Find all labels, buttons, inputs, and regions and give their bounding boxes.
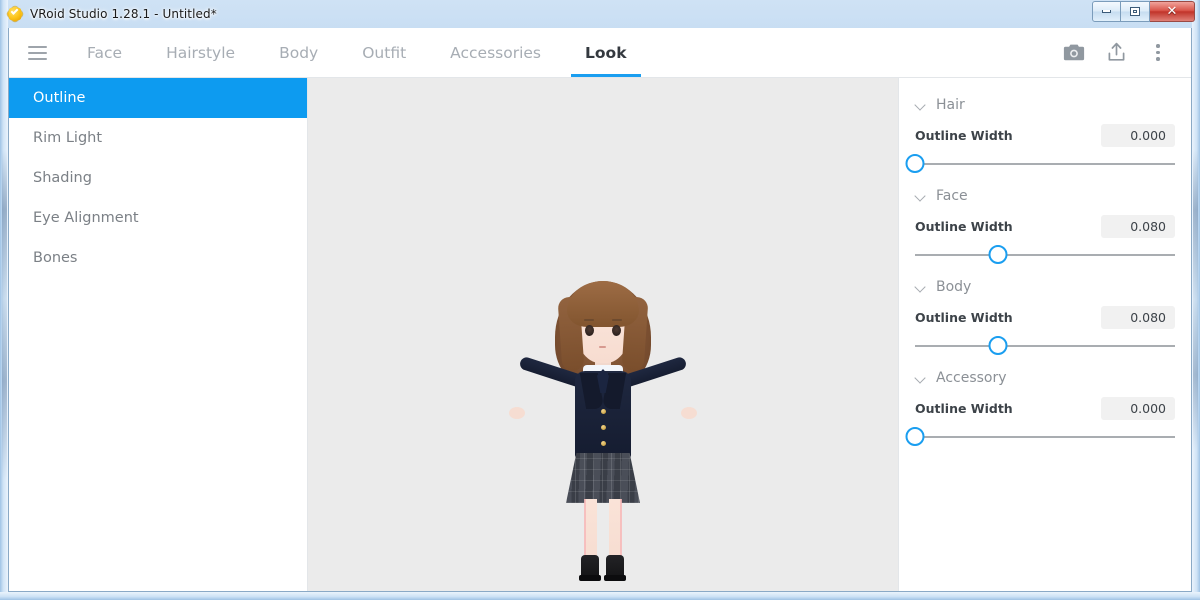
sidebar-item-eye-alignment[interactable]: Eye Alignment (9, 198, 307, 238)
title-bar[interactable]: VRoid Studio 1.28.1 - Untitled* ✕ (0, 0, 1200, 28)
avatar-boot-left (581, 555, 599, 581)
main-tabs: Face Hairstyle Body Outfit Accessories L… (65, 28, 649, 77)
slider-accessory-outline-width[interactable] (915, 422, 1175, 452)
slider-track (915, 345, 1175, 347)
property-row-accessory-outline-width: Outline Width 0.000 (899, 395, 1191, 420)
slider-track (915, 254, 1175, 256)
app-client-area: Face Hairstyle Body Outfit Accessories L… (8, 28, 1192, 592)
sidebar-item-rim-light-label: Rim Light (33, 130, 102, 146)
avatar-button-bottom (601, 441, 606, 446)
property-row-body-outline-width: Outline Width 0.080 (899, 304, 1191, 329)
sidebar-item-shading-label: Shading (33, 170, 92, 186)
top-navigation-bar: Face Hairstyle Body Outfit Accessories L… (9, 28, 1191, 78)
window-frame: VRoid Studio 1.28.1 - Untitled* ✕ Face (0, 0, 1200, 600)
model-viewport[interactable] (308, 78, 898, 591)
tab-accessories-label: Accessories (450, 44, 541, 62)
property-label-accessory-outline-width: Outline Width (915, 401, 1013, 416)
property-label-body-outline-width: Outline Width (915, 310, 1013, 325)
property-value-face-outline-width[interactable]: 0.080 (1101, 215, 1175, 238)
vroid-check-badge-icon (7, 6, 23, 22)
sidebar-item-rim-light[interactable]: Rim Light (9, 118, 307, 158)
tab-look-label: Look (585, 44, 626, 62)
section-title-hair: Hair (936, 97, 965, 113)
slider-handle[interactable] (906, 154, 925, 173)
more-vertical-icon[interactable] (1139, 34, 1177, 72)
sidebar-item-eye-alignment-label: Eye Alignment (33, 210, 139, 226)
slider-handle[interactable] (906, 427, 925, 446)
tab-hairstyle[interactable]: Hairstyle (144, 28, 257, 77)
avatar-model (503, 281, 703, 581)
tab-outfit-label: Outfit (362, 44, 406, 62)
minimize-button[interactable] (1092, 1, 1121, 22)
avatar-eyebrow-right (612, 319, 622, 321)
tab-accessories[interactable]: Accessories (428, 28, 563, 77)
slider-hair-outline-width[interactable] (915, 149, 1175, 179)
avatar-hand-right (681, 407, 697, 419)
section-title-accessory: Accessory (936, 370, 1007, 386)
property-row-hair-outline-width: Outline Width 0.000 (899, 122, 1191, 147)
avatar-hand-left (509, 407, 525, 419)
avatar-eyebrow-left (584, 319, 594, 321)
window-border-shadow-left (2, 150, 7, 480)
sidebar-item-bones-label: Bones (33, 250, 77, 266)
window-controls[interactable]: ✕ (1092, 1, 1195, 22)
hamburger-menu-icon[interactable] (9, 28, 65, 77)
section-header-hair[interactable]: Hair (899, 88, 1191, 122)
tab-outfit[interactable]: Outfit (340, 28, 428, 77)
properties-panel: Hair Outline Width 0.000 Face Outline Wi… (898, 78, 1191, 591)
chevron-down-icon (915, 282, 926, 293)
maximize-icon (1130, 7, 1140, 16)
chevron-down-icon (915, 373, 926, 384)
sidebar-item-outline[interactable]: Outline (9, 78, 307, 118)
section-title-face: Face (936, 188, 968, 204)
avatar-button-mid (601, 425, 606, 430)
workspace: Outline Rim Light Shading Eye Alignment … (9, 78, 1191, 591)
property-value-body-outline-width[interactable]: 0.080 (1101, 306, 1175, 329)
property-value-hair-outline-width[interactable]: 0.000 (1101, 124, 1175, 147)
avatar-eye-right (612, 325, 621, 336)
minimize-icon (1102, 10, 1111, 13)
tab-face[interactable]: Face (65, 28, 144, 77)
tab-look[interactable]: Look (563, 28, 648, 77)
avatar-button-top (601, 409, 606, 414)
sidebar-item-bones[interactable]: Bones (9, 238, 307, 278)
tab-face-label: Face (87, 44, 122, 62)
avatar-mouth (599, 346, 606, 348)
property-value-accessory-outline-width[interactable]: 0.000 (1101, 397, 1175, 420)
tab-body[interactable]: Body (257, 28, 340, 77)
slider-body-outline-width[interactable] (915, 331, 1175, 361)
property-label-hair-outline-width: Outline Width (915, 128, 1013, 143)
tab-hairstyle-label: Hairstyle (166, 44, 235, 62)
slider-track (915, 436, 1175, 438)
section-title-body: Body (936, 279, 971, 295)
window-border-bottom (0, 592, 1200, 600)
avatar-skirt (566, 453, 640, 503)
sidebar-item-shading[interactable]: Shading (9, 158, 307, 198)
window-title: VRoid Studio 1.28.1 - Untitled* (30, 7, 217, 21)
chevron-down-icon (915, 100, 926, 111)
section-header-body[interactable]: Body (899, 270, 1191, 304)
camera-icon[interactable] (1055, 34, 1093, 72)
close-icon: ✕ (1167, 5, 1178, 18)
window-border-shadow-right (1193, 150, 1198, 450)
slider-track (915, 163, 1175, 165)
section-header-face[interactable]: Face (899, 179, 1191, 213)
sidebar-item-outline-label: Outline (33, 90, 85, 106)
slider-face-outline-width[interactable] (915, 240, 1175, 270)
property-row-face-outline-width: Outline Width 0.080 (899, 213, 1191, 238)
top-nav-actions (1055, 28, 1191, 77)
chevron-down-icon (915, 191, 926, 202)
section-header-accessory[interactable]: Accessory (899, 361, 1191, 395)
maximize-button[interactable] (1121, 1, 1150, 22)
slider-handle[interactable] (989, 336, 1008, 355)
slider-handle[interactable] (989, 245, 1008, 264)
property-label-face-outline-width: Outline Width (915, 219, 1013, 234)
tab-body-label: Body (279, 44, 318, 62)
avatar-eye-left (585, 325, 594, 336)
export-icon[interactable] (1097, 34, 1135, 72)
close-button[interactable]: ✕ (1150, 1, 1195, 22)
avatar-hair-front (567, 281, 639, 327)
sidebar: Outline Rim Light Shading Eye Alignment … (9, 78, 308, 591)
avatar-boot-right (606, 555, 624, 581)
